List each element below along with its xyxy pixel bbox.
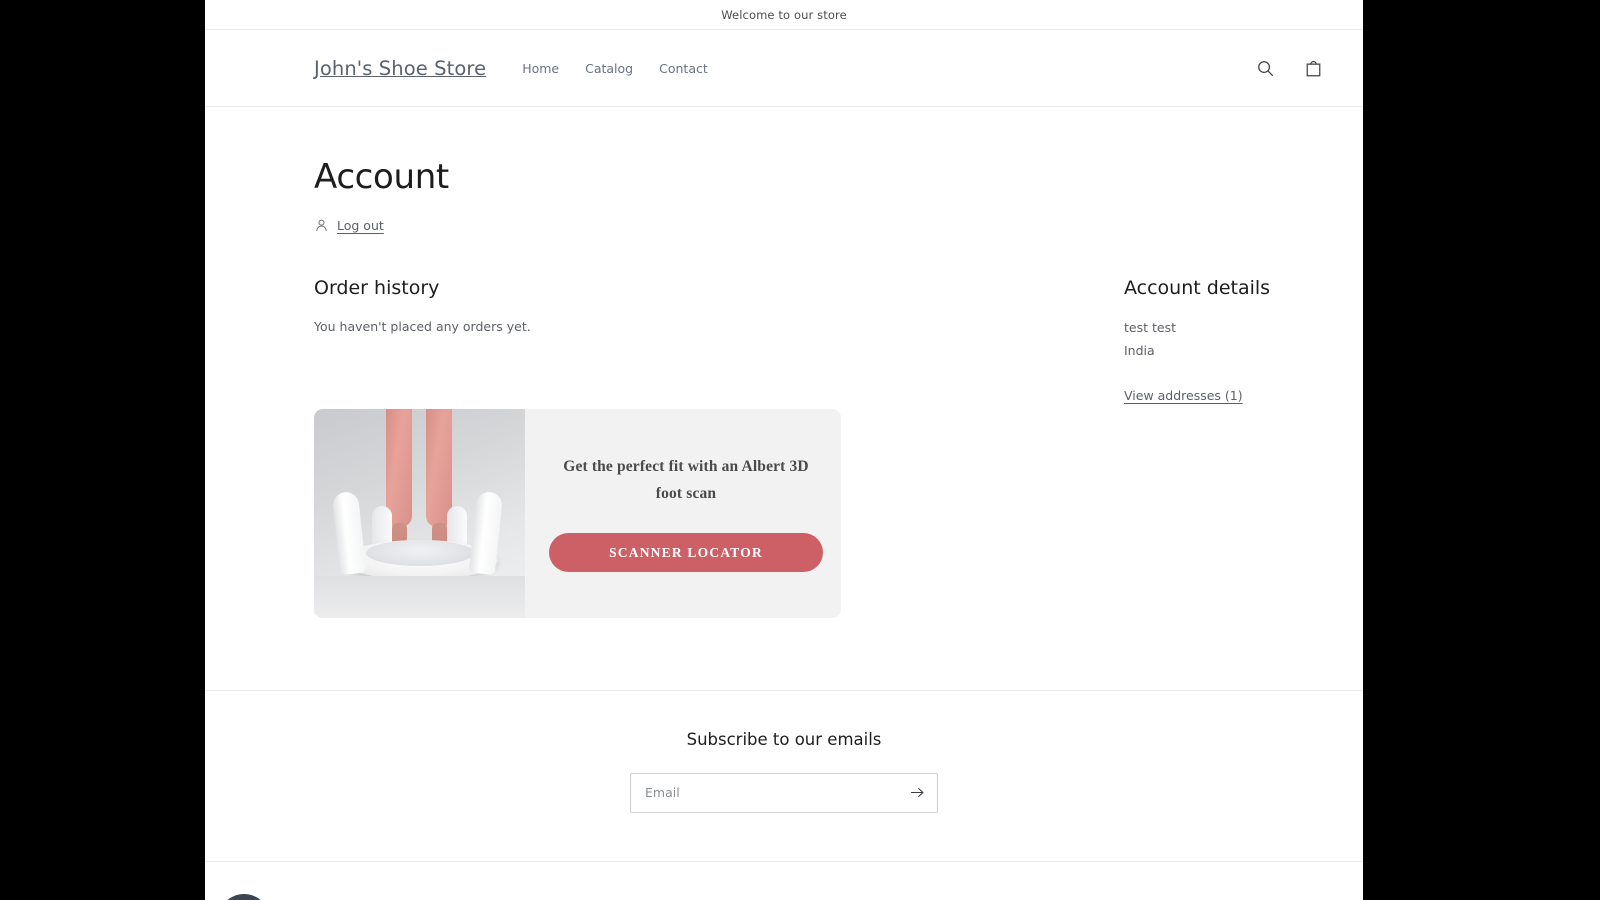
order-history-empty-text: You haven't placed any orders yet. — [314, 319, 531, 334]
account-details-heading: Account details — [1124, 277, 1271, 299]
person-icon — [314, 218, 329, 233]
announcement-text: Welcome to our store — [721, 7, 847, 22]
newsletter-title: Subscribe to our emails — [686, 729, 882, 749]
search-icon[interactable] — [1250, 53, 1280, 83]
site-header: John's Shoe Store Home Catalog Contact — [205, 30, 1363, 107]
foot-scanner-image — [314, 408, 525, 618]
shopify-logo-icon — [218, 893, 270, 900]
account-name: test test — [1124, 320, 1176, 335]
newsletter-form — [630, 772, 938, 813]
scanner-post-right — [468, 490, 504, 575]
store-name-logo[interactable]: John's Shoe Store — [314, 57, 486, 80]
scanner-locator-button[interactable]: SCANNER LOCATOR — [549, 533, 823, 573]
account-country: India — [1124, 343, 1155, 359]
account-details-section: Account details test test India View add… — [1074, 277, 1328, 404]
page-title: Account — [314, 157, 449, 197]
logout-row: Log out — [314, 218, 1328, 233]
scanner-plate — [366, 539, 474, 566]
promo-banner: Get the perfect fit with an Albert 3D fo… — [314, 408, 841, 618]
newsletter-submit-button[interactable] — [897, 774, 937, 812]
order-history-section: Order history You haven't placed any ord… — [314, 277, 1074, 618]
announcement-bar: Welcome to our store — [205, 0, 1363, 30]
scanner-floor-reflection — [314, 575, 525, 618]
newsletter-section: Subscribe to our emails — [205, 689, 1363, 861]
scanner-post-left — [331, 490, 367, 575]
nav-item-catalog[interactable]: Catalog — [585, 61, 633, 76]
browser-viewport: Welcome to our store John's Shoe Store H… — [205, 0, 1363, 900]
account-columns: Order history You haven't placed any ord… — [314, 277, 1328, 618]
header-icon-group — [1250, 53, 1328, 83]
site-footer: © 2023, John's Shoe Store Powered by Sho… — [205, 860, 1363, 900]
order-history-heading: Order history — [314, 277, 440, 299]
nav-item-home[interactable]: Home — [522, 61, 559, 76]
main-content: Account Log out Order history You haven'… — [205, 107, 1363, 618]
main-navigation: Home Catalog Contact — [522, 61, 708, 76]
promo-heading: Get the perfect fit with an Albert 3D fo… — [563, 458, 809, 502]
logout-link[interactable]: Log out — [337, 218, 384, 233]
view-addresses-link[interactable]: View addresses (1) — [1124, 388, 1243, 403]
email-input[interactable] — [631, 773, 897, 812]
cart-icon[interactable] — [1298, 53, 1328, 83]
nav-item-contact[interactable]: Contact — [659, 61, 708, 76]
promo-body: Get the perfect fit with an Albert 3D fo… — [525, 408, 841, 618]
